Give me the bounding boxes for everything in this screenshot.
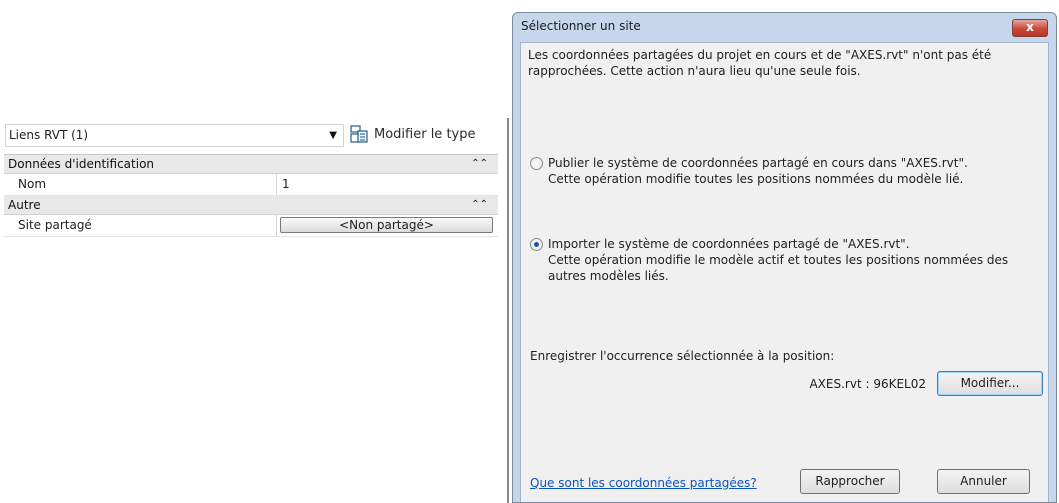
option-import-text: Importer le système de coordonnées parta… bbox=[548, 237, 1009, 283]
option-publish-text: Publier le système de coordonnées partag… bbox=[548, 156, 968, 186]
collapse-icon[interactable]: ⌃⌃ bbox=[471, 196, 488, 214]
type-selector-value: Liens RVT (1) bbox=[9, 128, 89, 142]
save-position-label: Enregistrer l'occurrence sélectionnée à … bbox=[530, 349, 835, 363]
type-selector-dropdown[interactable]: Liens RVT (1) ▼ bbox=[5, 124, 344, 147]
radio-import[interactable] bbox=[530, 238, 543, 251]
help-link[interactable]: Que sont les coordonnées partagées? bbox=[530, 476, 757, 490]
property-key: Site partagé bbox=[4, 215, 277, 236]
option-import[interactable]: Importer le système de coordonnées parta… bbox=[530, 236, 1028, 284]
position-value: AXES.rvt : 96KEL02 bbox=[809, 377, 926, 391]
collapse-icon[interactable]: ⌃⌃ bbox=[471, 155, 488, 173]
shared-site-button[interactable]: <Non partagé> bbox=[280, 217, 493, 233]
property-row-shared-site: Site partagé <Non partagé> bbox=[4, 215, 498, 237]
properties-grid: Données d'identification ⌃⌃ Nom 1 Autre … bbox=[4, 154, 498, 237]
section-title: Données d'identification bbox=[8, 157, 155, 171]
dialog-body: Les coordonnées partagées du projet en c… bbox=[520, 42, 1049, 502]
section-header-other[interactable]: Autre ⌃⌃ bbox=[4, 196, 498, 215]
cancel-button[interactable]: Annuler bbox=[937, 469, 1030, 494]
edit-type-label: Modifier le type bbox=[374, 126, 476, 142]
dialog-title: Sélectionner un site bbox=[521, 19, 641, 33]
option-publish[interactable]: Publier le système de coordonnées partag… bbox=[530, 155, 1028, 187]
reconcile-button[interactable]: Rapprocher bbox=[800, 469, 900, 494]
panel-divider bbox=[507, 118, 509, 503]
property-value-input[interactable]: 1 bbox=[278, 174, 498, 195]
modify-button[interactable]: Modifier... bbox=[937, 371, 1043, 396]
dialog-description: Les coordonnées partagées du projet en c… bbox=[528, 48, 992, 78]
section-header-identity[interactable]: Données d'identification ⌃⌃ bbox=[4, 155, 498, 174]
dialog-titlebar[interactable]: Sélectionner un site x bbox=[513, 13, 1056, 40]
section-title: Autre bbox=[8, 198, 41, 212]
close-button[interactable]: x bbox=[1012, 19, 1048, 37]
property-row-name: Nom 1 bbox=[4, 174, 498, 196]
select-site-dialog: Sélectionner un site x Les coordonnées p… bbox=[512, 12, 1057, 503]
type-selector-row: Liens RVT (1) ▼ Modifier le type bbox=[0, 118, 500, 150]
edit-type-icon bbox=[350, 125, 368, 143]
property-key: Nom bbox=[4, 174, 277, 195]
edit-type-button[interactable]: Modifier le type bbox=[350, 121, 498, 147]
properties-panel: Liens RVT (1) ▼ Modifier le type Données… bbox=[0, 118, 500, 237]
radio-publish[interactable] bbox=[530, 157, 543, 170]
chevron-down-icon[interactable]: ▼ bbox=[329, 125, 337, 146]
close-icon: x bbox=[1026, 20, 1034, 34]
